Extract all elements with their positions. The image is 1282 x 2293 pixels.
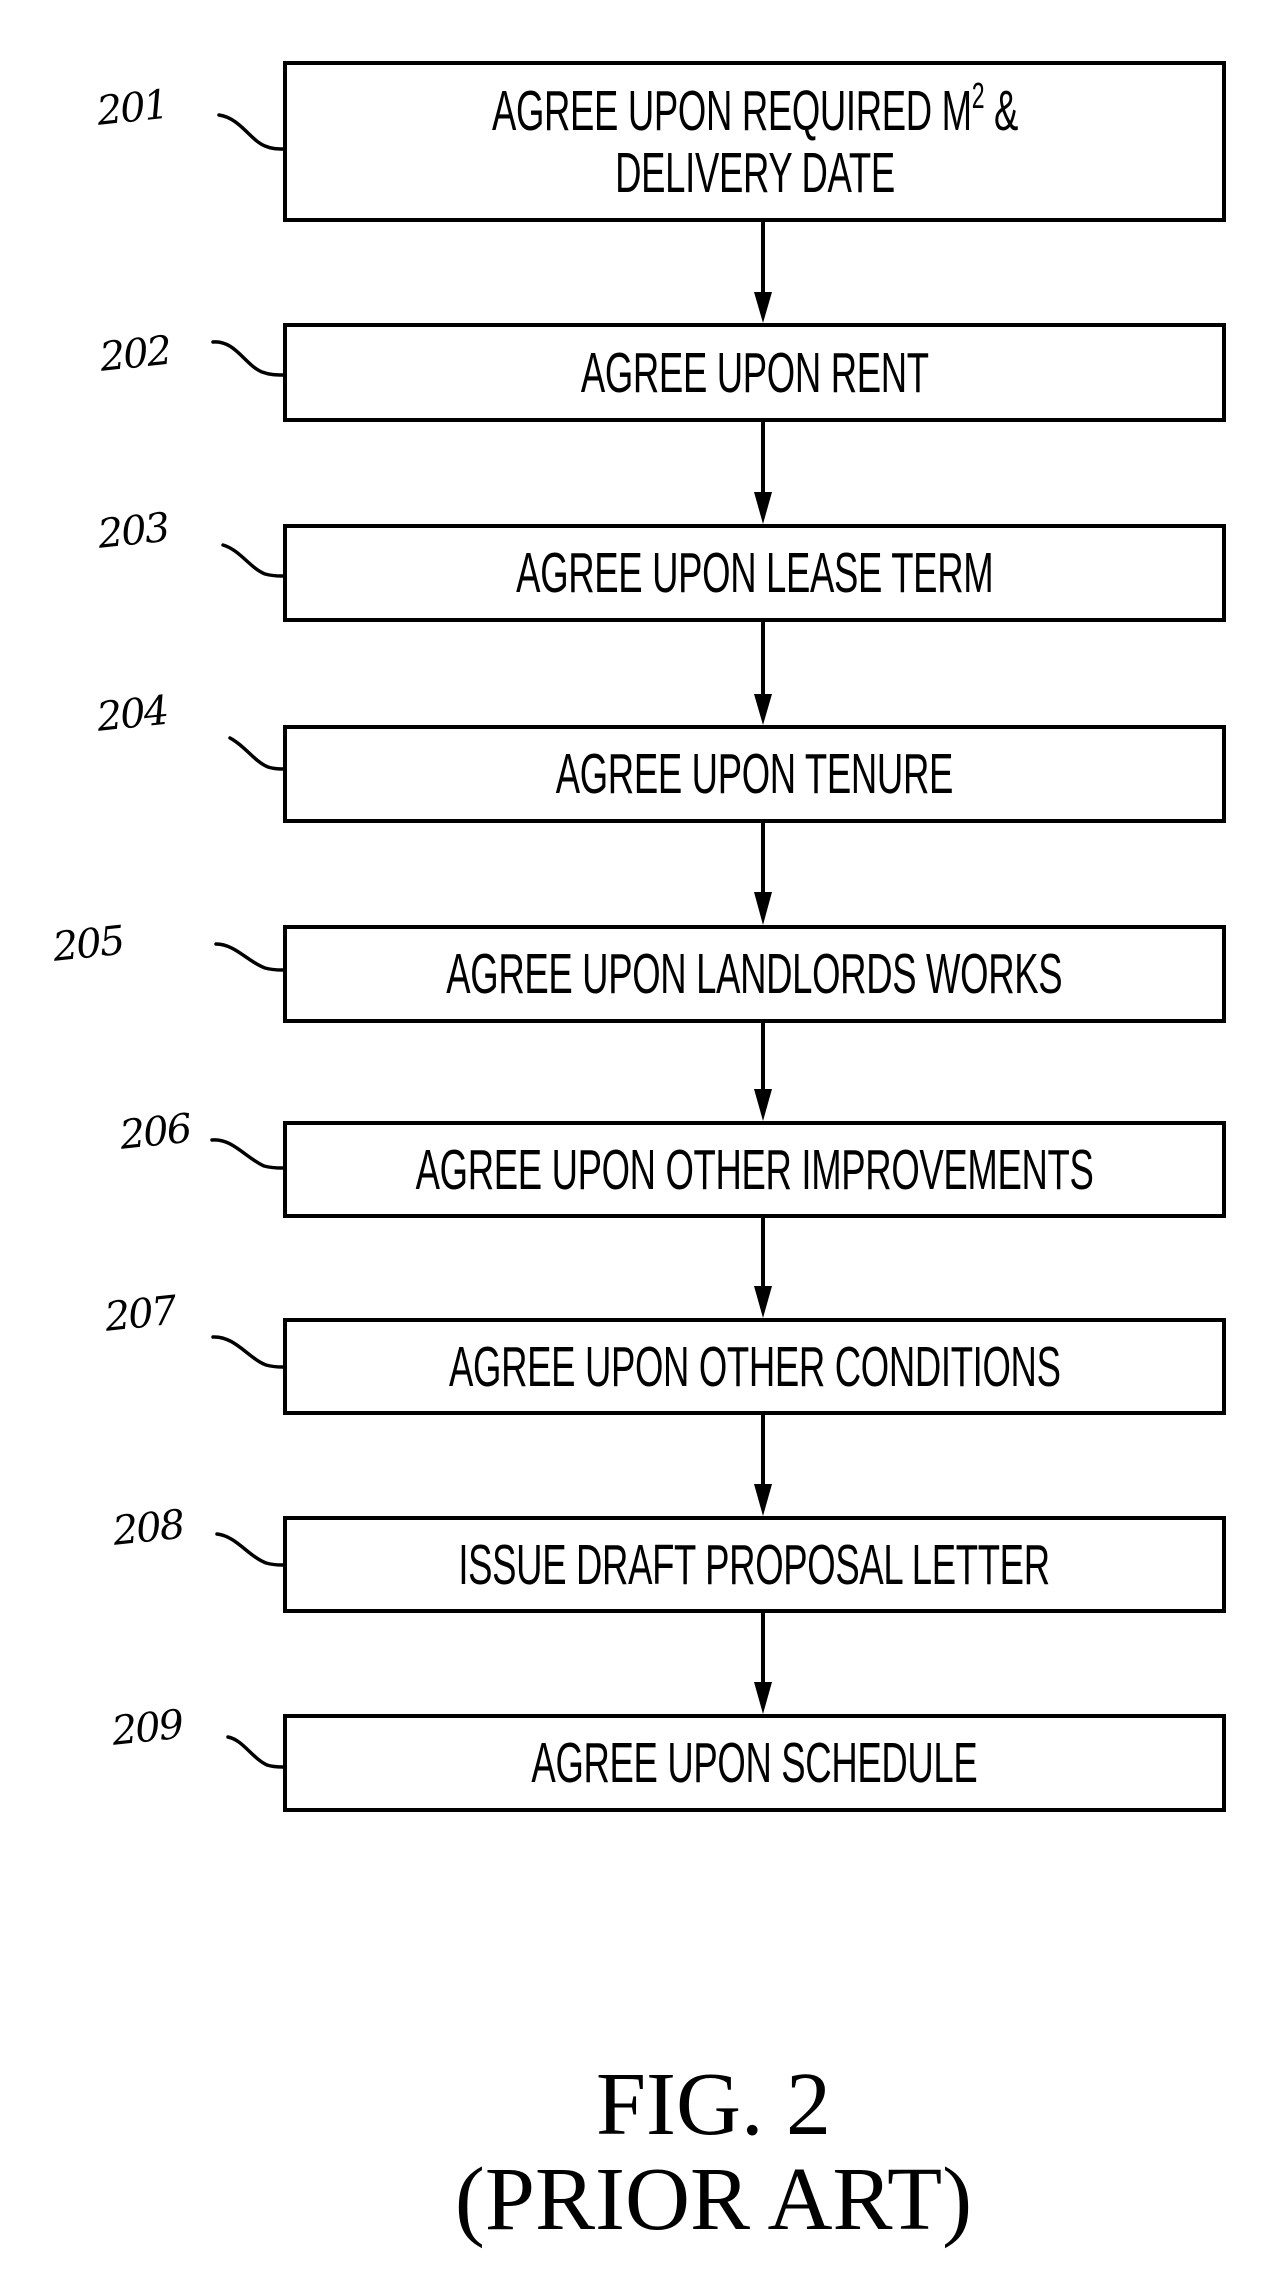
superscript-2: 2 [971, 74, 984, 116]
leader-209 [226, 1735, 285, 1769]
step-text-207: AGREE UPON OTHER CONDITIONS [448, 1334, 1061, 1399]
ref-numeral-209: 209 [109, 1701, 185, 1755]
ref-numeral-207: 207 [102, 1287, 178, 1341]
arrow-207-208 [754, 1415, 772, 1516]
arrow-201-202 [754, 222, 772, 323]
ref-numeral-202: 202 [97, 327, 173, 381]
ref-numeral-203: 203 [95, 504, 171, 558]
leader-205 [214, 942, 285, 972]
leader-202 [211, 340, 285, 377]
leader-201 [217, 113, 285, 151]
flowchart-figure: AGREE UPON REQUIRED M2 & DELIVERY DATE AG… [0, 0, 1282, 2293]
ref-numeral-206: 206 [117, 1105, 193, 1159]
step-box-209: AGREE UPON SCHEDULE [283, 1714, 1226, 1812]
step-text-205: AGREE UPON LANDLORDS WORKS [446, 942, 1063, 1006]
ref-numeral-208: 208 [110, 1501, 186, 1555]
step-text-201-line2: DELIVERY DATE [614, 140, 895, 205]
step-text-208: ISSUE DRAFT PROPOSAL LETTER [458, 1532, 1051, 1597]
step-box-203: AGREE UPON LEASE TERM [283, 524, 1226, 622]
arrow-202-203 [754, 422, 772, 524]
step-text-206: AGREE UPON OTHER IMPROVEMENTS [415, 1137, 1094, 1202]
step-text-209: AGREE UPON SCHEDULE [531, 1731, 978, 1795]
leader-204 [228, 736, 285, 771]
arrow-206-207 [754, 1218, 772, 1318]
arrow-208-209 [754, 1613, 772, 1714]
ref-numeral-204: 204 [94, 687, 170, 741]
step-text-201: AGREE UPON REQUIRED M2 & DELIVERY DATE [491, 77, 1018, 205]
figure-title: FIG. 2 [595, 2055, 832, 2154]
leader-206 [210, 1138, 285, 1170]
step-box-202: AGREE UPON RENT [283, 323, 1226, 422]
step-box-204: AGREE UPON TENURE [283, 725, 1226, 823]
step-text-201-line1: AGREE UPON REQUIRED M [491, 78, 972, 143]
leader-208 [215, 1532, 285, 1567]
step-box-208: ISSUE DRAFT PROPOSAL LETTER [283, 1516, 1226, 1613]
step-box-201: AGREE UPON REQUIRED M2 & DELIVERY DATE [283, 61, 1226, 222]
ref-numeral-205: 205 [50, 917, 126, 971]
step-text-201-ampersand: & [983, 78, 1018, 143]
leader-203 [221, 543, 285, 578]
figure-subtitle: (PRIOR ART) [454, 2150, 973, 2249]
step-text-204: AGREE UPON TENURE [555, 742, 954, 806]
leader-207 [211, 1335, 285, 1369]
arrow-203-204 [754, 622, 772, 725]
step-text-202: AGREE UPON RENT [580, 340, 929, 405]
arrow-205-206 [754, 1023, 772, 1121]
step-box-205: AGREE UPON LANDLORDS WORKS [283, 925, 1226, 1023]
step-box-206: AGREE UPON OTHER IMPROVEMENTS [283, 1121, 1226, 1218]
arrow-204-205 [754, 823, 772, 925]
step-text-203: AGREE UPON LEASE TERM [515, 541, 994, 605]
step-box-207: AGREE UPON OTHER CONDITIONS [283, 1318, 1226, 1415]
ref-numeral-201: 201 [94, 81, 170, 135]
